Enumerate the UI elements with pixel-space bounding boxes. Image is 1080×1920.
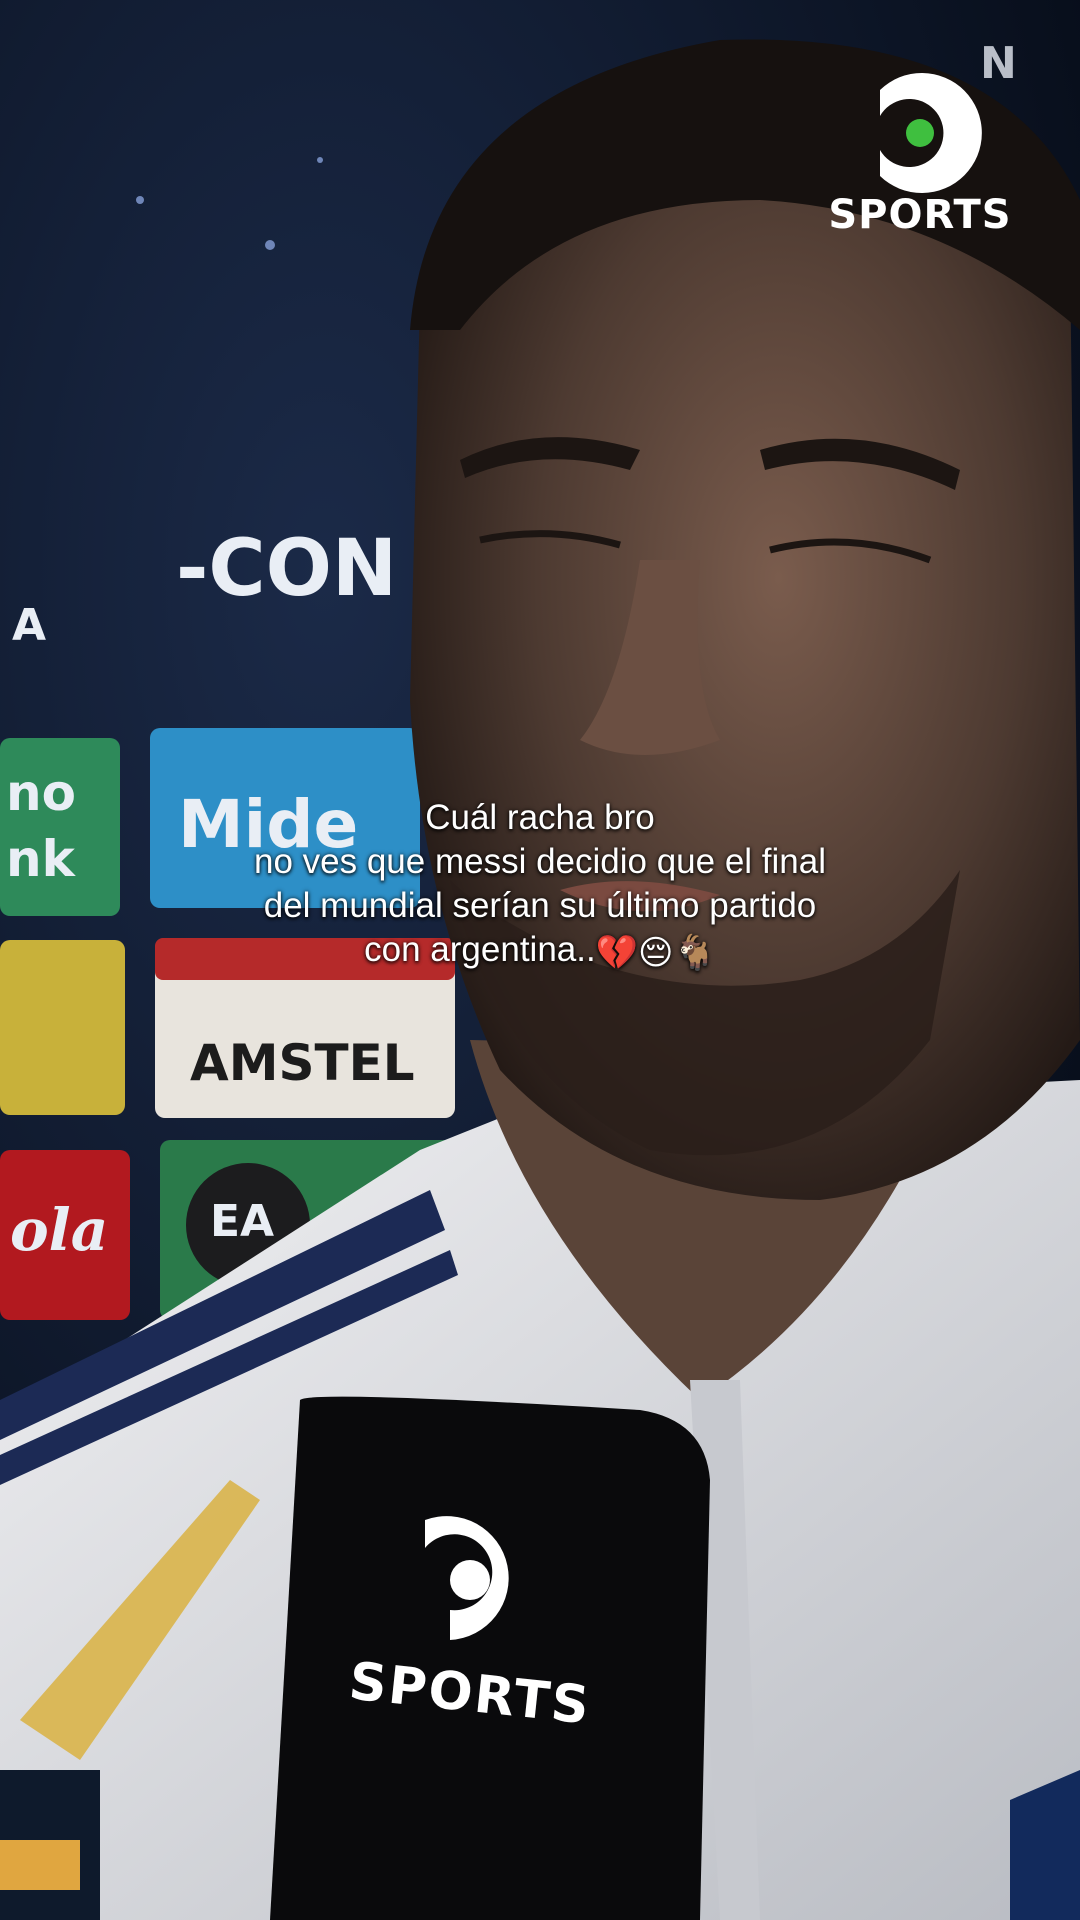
caption-emojis: 💔😔🐐 [595, 933, 716, 973]
sponsor-coca: ola [10, 1196, 109, 1264]
caption-line-3: del mundial serían su último partido [263, 886, 817, 925]
board-letter-a: A [12, 600, 47, 651]
sponsor-ea: EA [210, 1196, 275, 1247]
conmebol-board-text: -CON [176, 524, 398, 614]
caption-line-4: con argentina..💔😔🐐 [0, 928, 1080, 975]
caption-line-4-text: con argentina.. [364, 930, 596, 969]
sponsor-amstel: AMSTEL [190, 1034, 415, 1092]
broadcaster-logo-text: SPORTS [828, 192, 1012, 238]
video-frame: -CON A no nk Mide AMSTEL ola EA N SPORTS… [0, 0, 1080, 1920]
caption-line-1: Cuál racha bro [425, 798, 655, 837]
broadcaster-logo: SPORTS [820, 84, 1020, 244]
corner-letter: N [980, 38, 1017, 89]
caption-overlay: Cuál racha bro no ves que messi decidio … [0, 796, 1080, 975]
caption-line-2: no ves que messi decidio que el final [253, 842, 826, 881]
